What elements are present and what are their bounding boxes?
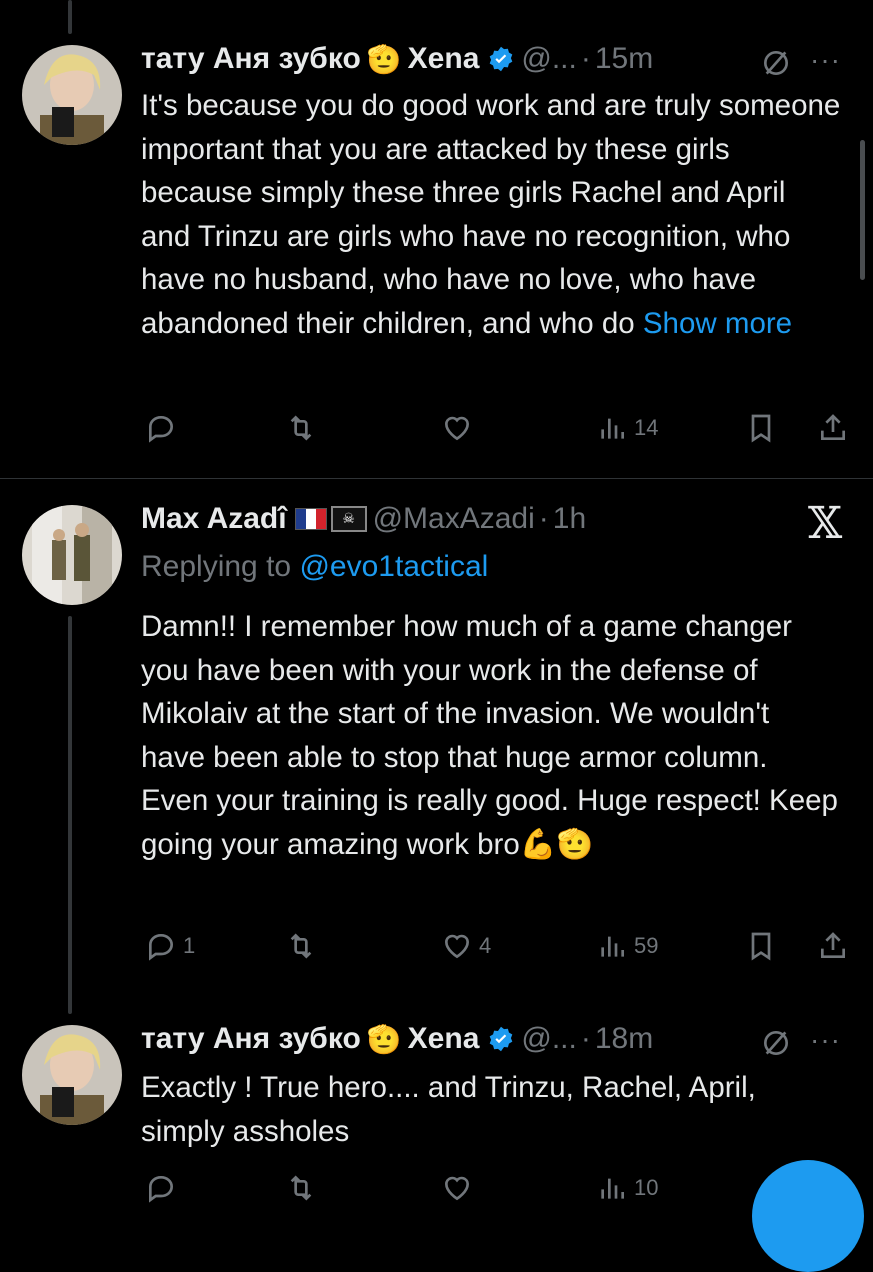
avatar[interactable] [22, 45, 122, 145]
compose-button[interactable] [752, 1160, 864, 1272]
views-count: 14 [634, 415, 659, 440]
text-emoji: 💪🫡 [519, 827, 594, 861]
tweet-text-content: Exactly ! True hero.... and Trinzu, Rach… [141, 1071, 756, 1148]
more-icon[interactable]: ··· [810, 1024, 841, 1056]
salute-emoji: 🫡 [366, 1023, 402, 1055]
display-name[interactable]: тату Аня зубко [141, 1022, 361, 1056]
views-icon [601, 1178, 624, 1199]
views-count: 10 [634, 1175, 659, 1200]
tweet-header: тату Аня зубко 🫡 Xena @... · 15m [141, 42, 653, 76]
like-icon [444, 416, 470, 441]
reply-button[interactable] [145, 1172, 177, 1204]
share-icon [821, 932, 845, 958]
timestamp[interactable]: 18m [595, 1022, 653, 1056]
tweet-text-content: Damn!! I remember how much of a game cha… [141, 610, 838, 861]
grok-icon[interactable] [760, 47, 792, 79]
views-button[interactable]: 59 [596, 930, 658, 962]
retweet-icon [290, 1175, 312, 1201]
bookmark-icon [751, 414, 771, 443]
timestamp[interactable]: 1h [553, 502, 586, 536]
action-bar: 10 [141, 1172, 853, 1212]
tweet-text: It's because you do good work and are tr… [141, 84, 841, 345]
like-button[interactable]: 4 [441, 930, 491, 962]
handle[interactable]: @... [521, 1022, 576, 1056]
tweet-text: Damn!! I remember how much of a game cha… [141, 605, 841, 866]
display-name[interactable]: тату Аня зубко [141, 42, 361, 76]
divider [0, 478, 873, 479]
replying-prefix: Replying to [141, 550, 300, 583]
handle[interactable]: @... [521, 42, 576, 76]
display-name[interactable]: Max Azadî [141, 502, 287, 536]
tweet-header: тату Аня зубко 🫡 Xena @... · 18m [141, 1022, 653, 1056]
bookmark-button[interactable] [745, 412, 777, 444]
separator: · [580, 42, 591, 75]
x-logo-icon[interactable]: 𝕏 [808, 498, 842, 549]
retweet-icon [290, 415, 312, 441]
verified-icon [490, 46, 513, 72]
handle[interactable]: @MaxAzadi [373, 502, 535, 536]
views-button[interactable]: 10 [596, 1172, 658, 1204]
like-icon [444, 1176, 470, 1201]
more-icon[interactable]: ··· [810, 44, 841, 76]
retweet-icon [290, 933, 312, 959]
like-button[interactable] [441, 1172, 473, 1204]
salute-emoji: 🫡 [366, 43, 402, 75]
action-bar: 1 4 59 [141, 930, 853, 970]
display-name-2[interactable]: Xena [408, 1022, 480, 1056]
france-flag-icon [294, 508, 327, 530]
retweet-button[interactable] [285, 930, 317, 962]
views-button[interactable]: 14 [596, 412, 658, 444]
replying-to-link[interactable]: @evo1tactical [299, 550, 488, 584]
reply-button[interactable]: 1 [145, 930, 195, 962]
reply-icon [149, 1175, 174, 1203]
bookmark-icon [751, 932, 771, 961]
verified-icon [490, 1026, 513, 1052]
avatar[interactable] [22, 505, 122, 605]
share-icon [821, 414, 845, 440]
tweet-header: Max Azadî ☠ @MaxAzadi · 1h [141, 502, 586, 536]
reply-count: 1 [183, 933, 196, 958]
tweet-text-content: It's because you do good work and are tr… [141, 89, 841, 340]
separator: · [580, 1022, 591, 1055]
like-icon [444, 934, 470, 959]
views-count: 59 [634, 933, 659, 958]
reply-button[interactable] [145, 412, 177, 444]
views-icon [601, 418, 624, 439]
show-more-link[interactable]: Show more [643, 307, 792, 340]
avatar[interactable] [22, 1025, 122, 1125]
like-button[interactable] [441, 412, 473, 444]
share-button[interactable] [817, 412, 849, 444]
tweet-text: Exactly ! True hero.... and Trinzu, Rach… [141, 1066, 841, 1153]
separator: · [538, 502, 549, 535]
scrollbar[interactable] [860, 140, 865, 280]
thread-line-middle [68, 616, 72, 1014]
display-name-2[interactable]: Xena [408, 42, 480, 76]
share-button[interactable] [817, 930, 849, 962]
like-count: 4 [479, 933, 492, 958]
timestamp[interactable]: 15m [595, 42, 653, 76]
reply-icon [149, 415, 174, 443]
action-bar: 14 [141, 412, 853, 452]
bookmark-button[interactable] [745, 930, 777, 962]
retweet-button[interactable] [285, 412, 317, 444]
reply-icon [149, 933, 174, 961]
views-icon [601, 936, 624, 957]
grok-icon[interactable] [760, 1027, 792, 1059]
retweet-button[interactable] [285, 1172, 317, 1204]
replying-to: Replying to @evo1tactical [141, 550, 488, 584]
pirate-flag-icon: ☠ [330, 506, 367, 532]
thread-line-top [68, 0, 72, 34]
